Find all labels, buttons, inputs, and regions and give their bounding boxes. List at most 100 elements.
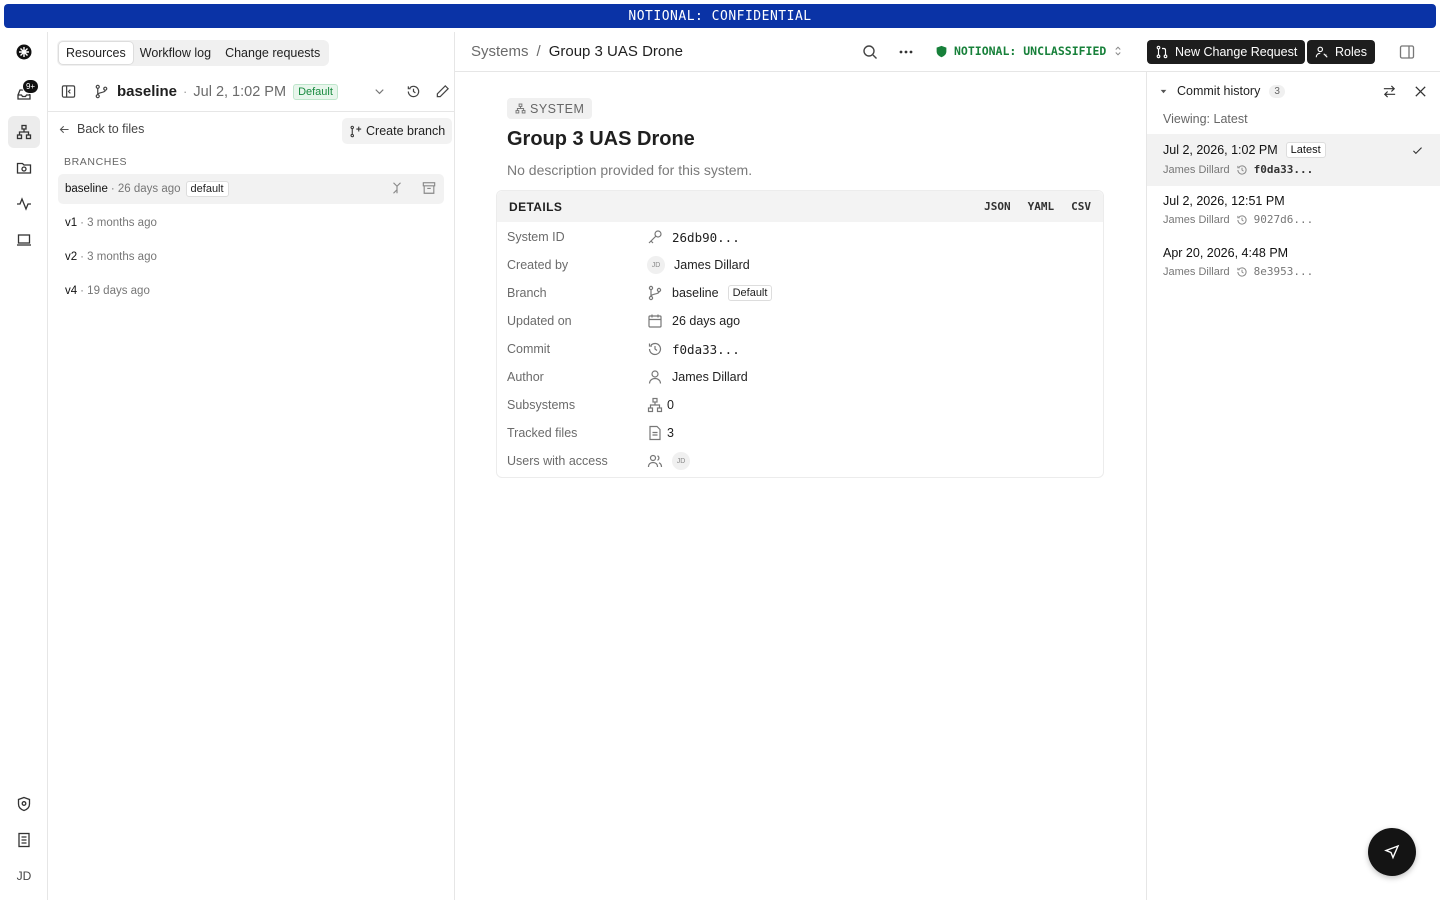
panel-toggle-icon[interactable] xyxy=(1399,44,1415,63)
branch-item-v4[interactable]: v4 · 19 days ago xyxy=(58,276,444,306)
classification-selector[interactable]: NOTIONAL: UNCLASSIFIED xyxy=(935,44,1124,58)
notification-badge: 9+ xyxy=(22,79,39,94)
detail-key: Tracked files xyxy=(507,426,578,440)
history-icon xyxy=(1237,214,1247,225)
system-id-value[interactable]: 26db90... xyxy=(672,230,740,245)
cursor-arrow-icon xyxy=(1384,844,1400,860)
export-json-button[interactable]: JSON xyxy=(984,200,1011,213)
branch-separator: · xyxy=(183,84,188,99)
avatar: JD xyxy=(647,256,665,274)
detail-key: Users with access xyxy=(507,454,608,468)
system-description: No description provided for this system. xyxy=(507,162,753,178)
export-csv-button[interactable]: CSV xyxy=(1071,200,1091,213)
commit-date: Jul 2, 2026, 1:02 PM xyxy=(1163,143,1278,157)
created-by-value: James Dillard xyxy=(674,258,750,272)
main-header: Systems / Group 3 UAS Drone NOTIONAL: UN… xyxy=(455,32,1440,72)
left-rail: 9+ JD xyxy=(0,32,48,900)
file-icon xyxy=(649,425,661,441)
commit-author: James Dillard xyxy=(1163,265,1230,278)
branch-item-name: v4 xyxy=(65,285,78,297)
commit-item[interactable]: Jul 2, 2026, 12:51 PM James Dillard 9027… xyxy=(1147,186,1440,238)
merge-icon[interactable] xyxy=(390,181,404,195)
avatar[interactable]: JD xyxy=(672,452,690,470)
system-detail: SYSTEM Group 3 UAS Drone No description … xyxy=(455,72,1147,900)
check-icon xyxy=(1411,144,1424,160)
export-yaml-button[interactable]: YAML xyxy=(1028,200,1055,213)
detail-row-branch: Branch baseline Default xyxy=(507,283,1097,303)
history-icon xyxy=(1237,266,1247,277)
git-pull-request-icon xyxy=(1155,45,1169,59)
commit-value[interactable]: f0da33... xyxy=(672,342,740,357)
history-icon[interactable] xyxy=(406,84,421,99)
branch-item-time: · 3 months ago xyxy=(80,251,157,263)
close-icon[interactable] xyxy=(1413,84,1428,99)
commit-item[interactable]: Jul 2, 2026, 1:02 PM Latest James Dillar… xyxy=(1147,134,1440,186)
tab-change-requests[interactable]: Change requests xyxy=(218,42,327,64)
folder-search-icon[interactable] xyxy=(8,152,40,184)
detail-key: Subsystems xyxy=(507,398,576,412)
caret-down-icon[interactable] xyxy=(1159,87,1168,96)
commit-item[interactable]: Apr 20, 2026, 4:48 PM James Dillard 8e39… xyxy=(1147,238,1440,290)
inbox-icon[interactable]: 9+ xyxy=(8,78,40,110)
viewing-status: Viewing: Latest xyxy=(1163,112,1248,126)
details-card: DETAILS JSON YAML CSV System ID 26db90..… xyxy=(496,190,1104,478)
detail-key: Author xyxy=(507,370,544,384)
details-heading: DETAILS xyxy=(509,199,563,214)
detail-key: Created by xyxy=(507,258,569,272)
back-to-files-link[interactable]: Back to files xyxy=(58,122,144,136)
system-type-label: SYSTEM xyxy=(530,101,585,116)
hierarchy-icon xyxy=(515,103,526,114)
search-icon[interactable] xyxy=(862,44,878,63)
author-value: James Dillard xyxy=(672,370,748,384)
left-panel: Resources Workflow log Change requests b… xyxy=(48,32,455,900)
git-branch-plus-icon xyxy=(349,125,362,138)
branch-item-baseline[interactable]: baseline · 26 days ago default xyxy=(58,174,444,204)
classification-label: NOTIONAL: UNCLASSIFIED xyxy=(954,44,1107,58)
current-branch-name[interactable]: baseline xyxy=(117,83,177,100)
branch-item-v2[interactable]: v2 · 3 months ago xyxy=(58,242,444,272)
detail-key: System ID xyxy=(507,230,565,244)
key-icon xyxy=(648,230,662,244)
edit-pencil-icon[interactable] xyxy=(435,84,450,99)
history-icon xyxy=(648,342,662,356)
commit-date: Jul 2, 2026, 12:51 PM xyxy=(1163,194,1285,208)
commit-hash: 9027d6... xyxy=(1253,213,1314,226)
systems-icon[interactable] xyxy=(8,116,40,148)
shield-icon xyxy=(935,45,948,58)
collapse-sidebar-icon[interactable] xyxy=(61,84,76,99)
commit-author: James Dillard xyxy=(1163,213,1230,226)
tab-resources[interactable]: Resources xyxy=(59,42,133,64)
laptop-icon[interactable] xyxy=(8,224,40,256)
tab-workflow-log[interactable]: Workflow log xyxy=(133,42,218,64)
users-icon xyxy=(647,454,663,468)
git-branch-icon xyxy=(648,285,662,301)
docs-icon[interactable] xyxy=(8,824,40,856)
more-options-icon[interactable] xyxy=(898,44,914,63)
breadcrumb-systems[interactable]: Systems xyxy=(471,43,529,60)
new-change-request-button[interactable]: New Change Request xyxy=(1147,40,1306,64)
compare-icon[interactable] xyxy=(1382,84,1397,99)
detail-key: Updated on xyxy=(507,314,572,328)
branch-item-v1[interactable]: v1 · 3 months ago xyxy=(58,208,444,238)
roles-button[interactable]: Roles xyxy=(1307,40,1375,64)
app-logo-icon[interactable] xyxy=(8,36,40,68)
branch-item-time: · 26 days ago xyxy=(110,183,181,195)
create-branch-button[interactable]: Create branch xyxy=(342,118,453,144)
classification-banner: NOTIONAL: CONFIDENTIAL xyxy=(4,4,1436,28)
user-avatar[interactable]: JD xyxy=(8,860,40,892)
chevron-down-icon[interactable] xyxy=(372,84,387,99)
default-tag: Default xyxy=(727,285,773,301)
detail-row-created-by: Created by JD James Dillard xyxy=(507,255,1097,275)
page-title: Group 3 UAS Drone xyxy=(507,128,695,150)
back-to-files-label: Back to files xyxy=(77,122,145,136)
activity-icon[interactable] xyxy=(8,188,40,220)
pointer-assist-button[interactable] xyxy=(1368,828,1416,876)
archive-icon[interactable] xyxy=(422,181,436,195)
commit-count: 3 xyxy=(1269,84,1285,98)
detail-row-system-id: System ID 26db90... xyxy=(507,227,1097,247)
git-branch-icon xyxy=(94,84,109,99)
shield-settings-icon[interactable] xyxy=(8,788,40,820)
branch-value[interactable]: baseline xyxy=(672,286,719,300)
detail-row-users: Users with access JD xyxy=(507,451,1097,471)
system-type-badge: SYSTEM xyxy=(507,98,593,119)
